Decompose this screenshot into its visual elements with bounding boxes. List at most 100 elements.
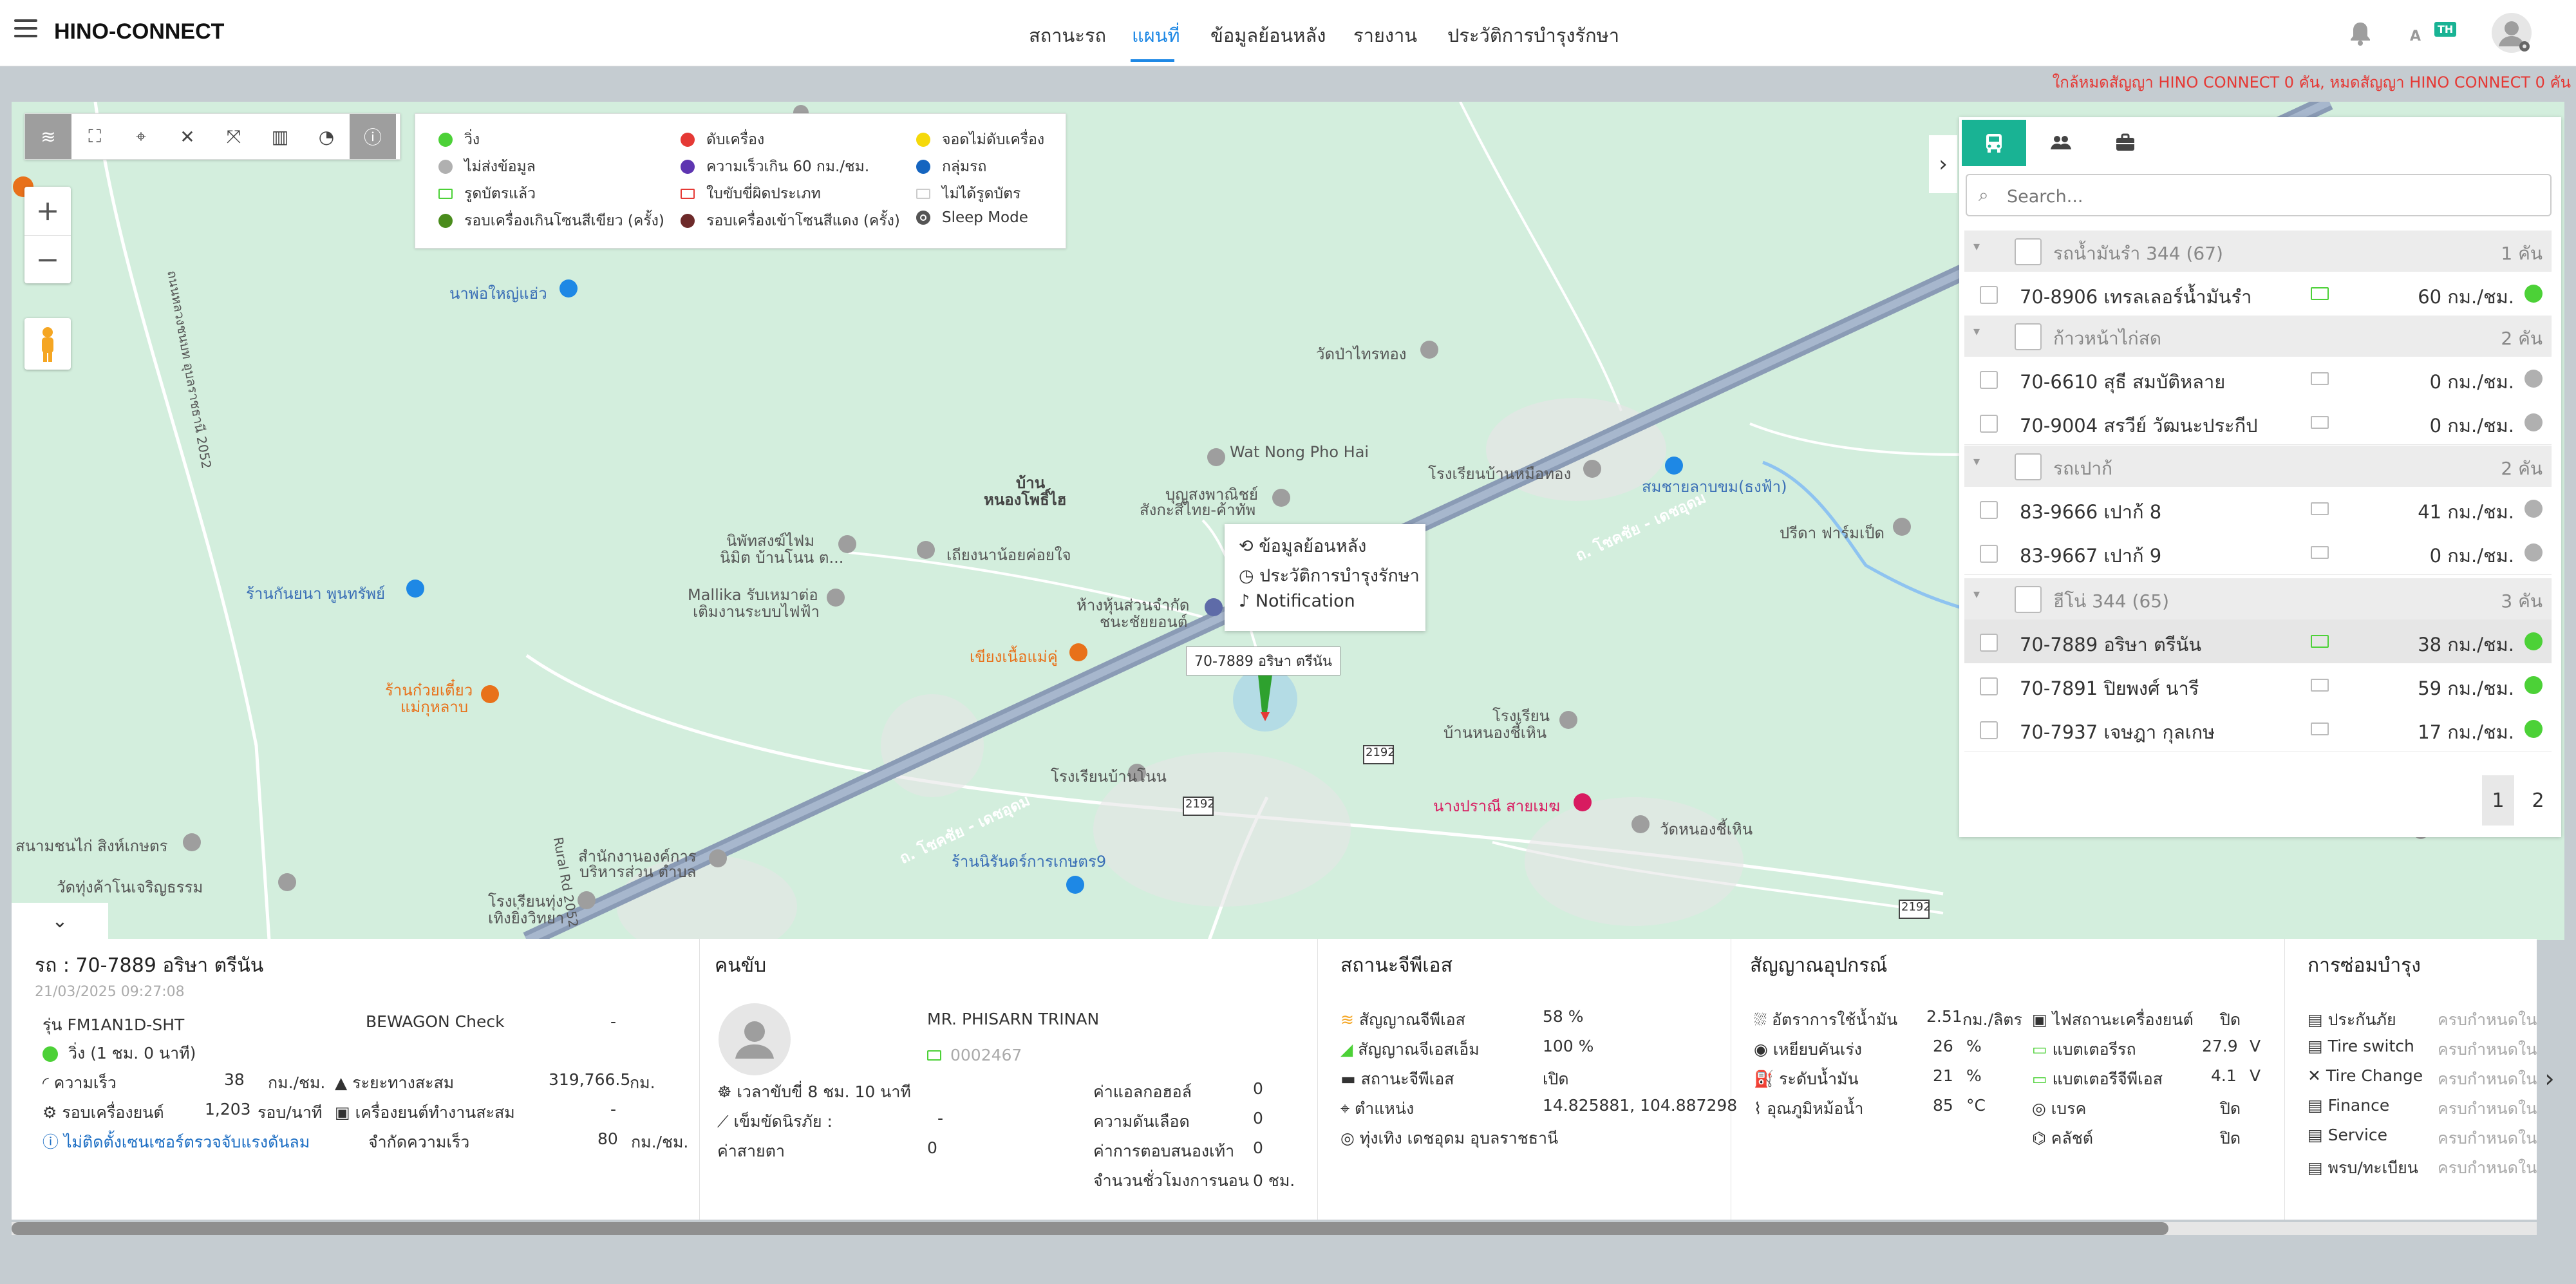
tools-icon[interactable]: ✕ xyxy=(164,114,211,159)
rpm-unit: รอบ/นาที xyxy=(258,1103,323,1122)
map-label: วัดหนองชี้เหิน xyxy=(1660,820,1753,838)
chevron-down-icon[interactable]: ▾ xyxy=(1973,323,1980,339)
row-checkbox[interactable] xyxy=(1980,371,1998,389)
map-label: เทิงยิ่งวิทยา xyxy=(488,909,565,927)
seatbelt-label: เข็มขัดนิรภัย : xyxy=(733,1112,832,1131)
clipboard-icon: ▤ xyxy=(2308,1096,2328,1115)
info-icon[interactable]: ⓘ xyxy=(350,114,396,159)
search-input[interactable] xyxy=(2006,182,2536,211)
vehicle-speed: 41 กม./ชม. xyxy=(2418,501,2514,523)
vehicle-row[interactable]: 70-7891 ปิยพงศ์ นารี 59 กม./ชม. xyxy=(1964,663,2552,708)
clipboard-icon: ▤ xyxy=(2308,1158,2328,1177)
group-checkbox[interactable] xyxy=(2015,586,2042,613)
language-switch[interactable]: A TH xyxy=(2410,22,2457,48)
ctx-notification[interactable]: ♪ Notification xyxy=(1239,591,1355,611)
seatbelt-value: - xyxy=(937,1109,944,1128)
status-dot xyxy=(2524,285,2543,303)
vehicle-row[interactable]: 70-9004 สรวีย์ วัฒนะประกีป 0 กม./ชม. xyxy=(1964,401,2552,445)
user-avatar[interactable] xyxy=(2492,13,2532,53)
row-checkbox[interactable] xyxy=(1980,545,1998,563)
top-header: HINO-CONNECT สถานะรถ แผนที่ ข้อมูลย้อนหล… xyxy=(0,0,2576,66)
vehicle-row[interactable]: 70-8906 เทรลเลอร์น้ำมันรำ 60 กม./ชม. xyxy=(1964,272,2552,316)
fullscreen-icon[interactable]: ⛶ xyxy=(71,114,118,159)
maint-label: Service xyxy=(2327,1126,2387,1144)
nav-report[interactable]: รายงาน xyxy=(1353,21,1417,50)
vehicle-context-menu: ⟲ ข้อมูลย้อนหลัง ◷ ประวัติการบำรุงรักษา … xyxy=(1225,524,1425,631)
pie-chart-icon[interactable]: ◔ xyxy=(303,114,350,159)
card-swiped-icon xyxy=(438,189,453,199)
maint-value: ครบกำหนดใน xyxy=(2438,1129,2537,1147)
group-header[interactable]: ▾ รถเปาก้ 2 คัน xyxy=(1964,446,2552,487)
rpm-label: รอบเครื่องยนต์ xyxy=(62,1103,164,1122)
clipboard-icon: ▤ xyxy=(2308,1010,2328,1029)
nav-map[interactable]: แผนที่ xyxy=(1132,21,1180,50)
vehicle-group-icon xyxy=(916,160,930,174)
nav-vehicle-status[interactable]: สถานะรถ xyxy=(1029,21,1106,50)
row-checkbox[interactable] xyxy=(1980,415,1998,433)
bewagon-label: BEWAGON Check xyxy=(366,1012,505,1031)
page-2-button[interactable]: 2 xyxy=(2522,775,2554,826)
row-checkbox[interactable] xyxy=(1980,634,1998,652)
location-icon[interactable]: ⌖ xyxy=(118,114,164,159)
speedometer-icon: ◜ xyxy=(42,1073,54,1092)
map-label: Wat Nong Pho Hai xyxy=(1230,443,1369,461)
vehicle-row-selected[interactable]: 70-7889 อริษา ตรีนัน 38 กม./ชม. xyxy=(1964,619,2552,664)
briefcase-tab[interactable] xyxy=(2093,120,2158,166)
row-checkbox[interactable] xyxy=(1980,721,1998,739)
group-checkbox[interactable] xyxy=(2015,323,2042,350)
speed-limit-label: จำกัดความเร็ว xyxy=(368,1133,470,1151)
vehicle-tab[interactable] xyxy=(1962,120,2026,166)
ctx-history[interactable]: ⟲ ข้อมูลย้อนหลัง xyxy=(1239,532,1366,560)
eye-label: ค่าสายตา xyxy=(717,1142,785,1160)
ctx-maintenance[interactable]: ◷ ประวัติการบำรุงรักษา xyxy=(1239,562,1420,589)
ctx-notification-label: Notification xyxy=(1255,591,1355,611)
status-dot xyxy=(2524,632,2543,650)
vehicle-list-panel: ⌕ ▾ รถน้ำมันรำ 344 (67) 1 คัน 70-8906 เท… xyxy=(1959,117,2561,837)
zoom-out-button[interactable]: − xyxy=(24,235,71,284)
street-view-pegman-icon[interactable] xyxy=(24,318,71,370)
page-1-button[interactable]: 1 xyxy=(2482,775,2514,826)
speed-unit: กม./ชม. xyxy=(268,1073,326,1092)
legend-item: ไม่ส่งข้อมูล xyxy=(464,158,536,175)
vehicle-row[interactable]: 83-9666 เปาก้ 8 41 กม./ชม. xyxy=(1964,487,2552,531)
vehicle-row[interactable]: 70-6610 สุธี สมบัติหลาย 0 กม./ชม. xyxy=(1964,357,2552,401)
chevron-down-icon[interactable]: ▾ xyxy=(1973,453,1980,469)
fuel-pump-icon: ⛽ xyxy=(1754,1070,1780,1088)
gps-section: สถานะจีพีเอส ≋ สัญญาณจีพีเอส 58 % ◢ สัญญ… xyxy=(1317,939,1737,1220)
horizontal-scrollbar[interactable] xyxy=(12,1222,2537,1235)
zoom-in-button[interactable]: + xyxy=(24,187,71,235)
map-type-icon[interactable]: ▥ xyxy=(257,114,303,159)
maint-value: ครบกำหนดใน xyxy=(2438,1070,2537,1088)
nav-history[interactable]: ข้อมูลย้อนหลัง xyxy=(1210,21,1326,50)
row-checkbox[interactable] xyxy=(1980,677,1998,695)
chevron-right-icon[interactable]: › xyxy=(2538,1056,2561,1101)
group-header[interactable]: ▾ ก้าวหน้าไก่สด 2 คัน xyxy=(1964,316,2552,357)
chevron-down-icon[interactable]: ⌄ xyxy=(12,903,108,939)
layers-icon[interactable]: ≋ xyxy=(25,114,71,159)
vehicle-row[interactable]: 70-7937 เจษฎา กุลเกษ 17 กม./ชม. xyxy=(1964,707,2552,751)
bell-icon[interactable] xyxy=(2349,21,2372,46)
group-checkbox[interactable] xyxy=(2015,238,2042,265)
chevron-down-icon[interactable]: ▾ xyxy=(1973,238,1980,254)
group-header[interactable]: ▾ รถน้ำมันรำ 344 (67) 1 คัน xyxy=(1964,231,2552,272)
row-checkbox[interactable] xyxy=(1980,286,1998,304)
panel-collapse-arrow-icon[interactable]: › xyxy=(1929,135,1957,193)
users-tab[interactable] xyxy=(2029,120,2093,166)
maint-label: Finance xyxy=(2327,1096,2390,1115)
address-value: ทุ่งเทิง เดชอุดม อุบลราชธานี xyxy=(1359,1129,1559,1147)
fit-bounds-icon[interactable]: ⤧ xyxy=(211,114,257,159)
ctx-maintenance-label: ประวัติการบำรุงรักษา xyxy=(1259,566,1420,586)
chevron-down-icon[interactable]: ▾ xyxy=(1973,586,1980,601)
vehicle-row[interactable]: 83-9667 เปาก้ 9 0 กม./ชม. xyxy=(1964,531,2552,575)
batt-truck-value: 27.9 xyxy=(2202,1037,2238,1055)
row-checkbox[interactable] xyxy=(1980,501,1998,519)
group-header[interactable]: ▾ ฮีโน่ 344 (65) 3 คัน xyxy=(1964,578,2552,619)
hamburger-menu-icon[interactable] xyxy=(14,19,37,40)
map-label: สนามชนไก่ สิงห์เกษตร xyxy=(15,837,168,855)
scrollbar-thumb[interactable] xyxy=(12,1222,2168,1235)
group-checkbox[interactable] xyxy=(2015,453,2042,480)
run-status-icon xyxy=(438,133,453,147)
wifi-icon: ≋ xyxy=(1340,1010,1359,1029)
sensor-warning-link[interactable]: ไม่ติดตั้งเซนเซอร์ตรวจจับแรงดันลม xyxy=(64,1133,310,1151)
nav-maintenance-history[interactable]: ประวัติการบำรุงรักษา xyxy=(1447,21,1619,50)
